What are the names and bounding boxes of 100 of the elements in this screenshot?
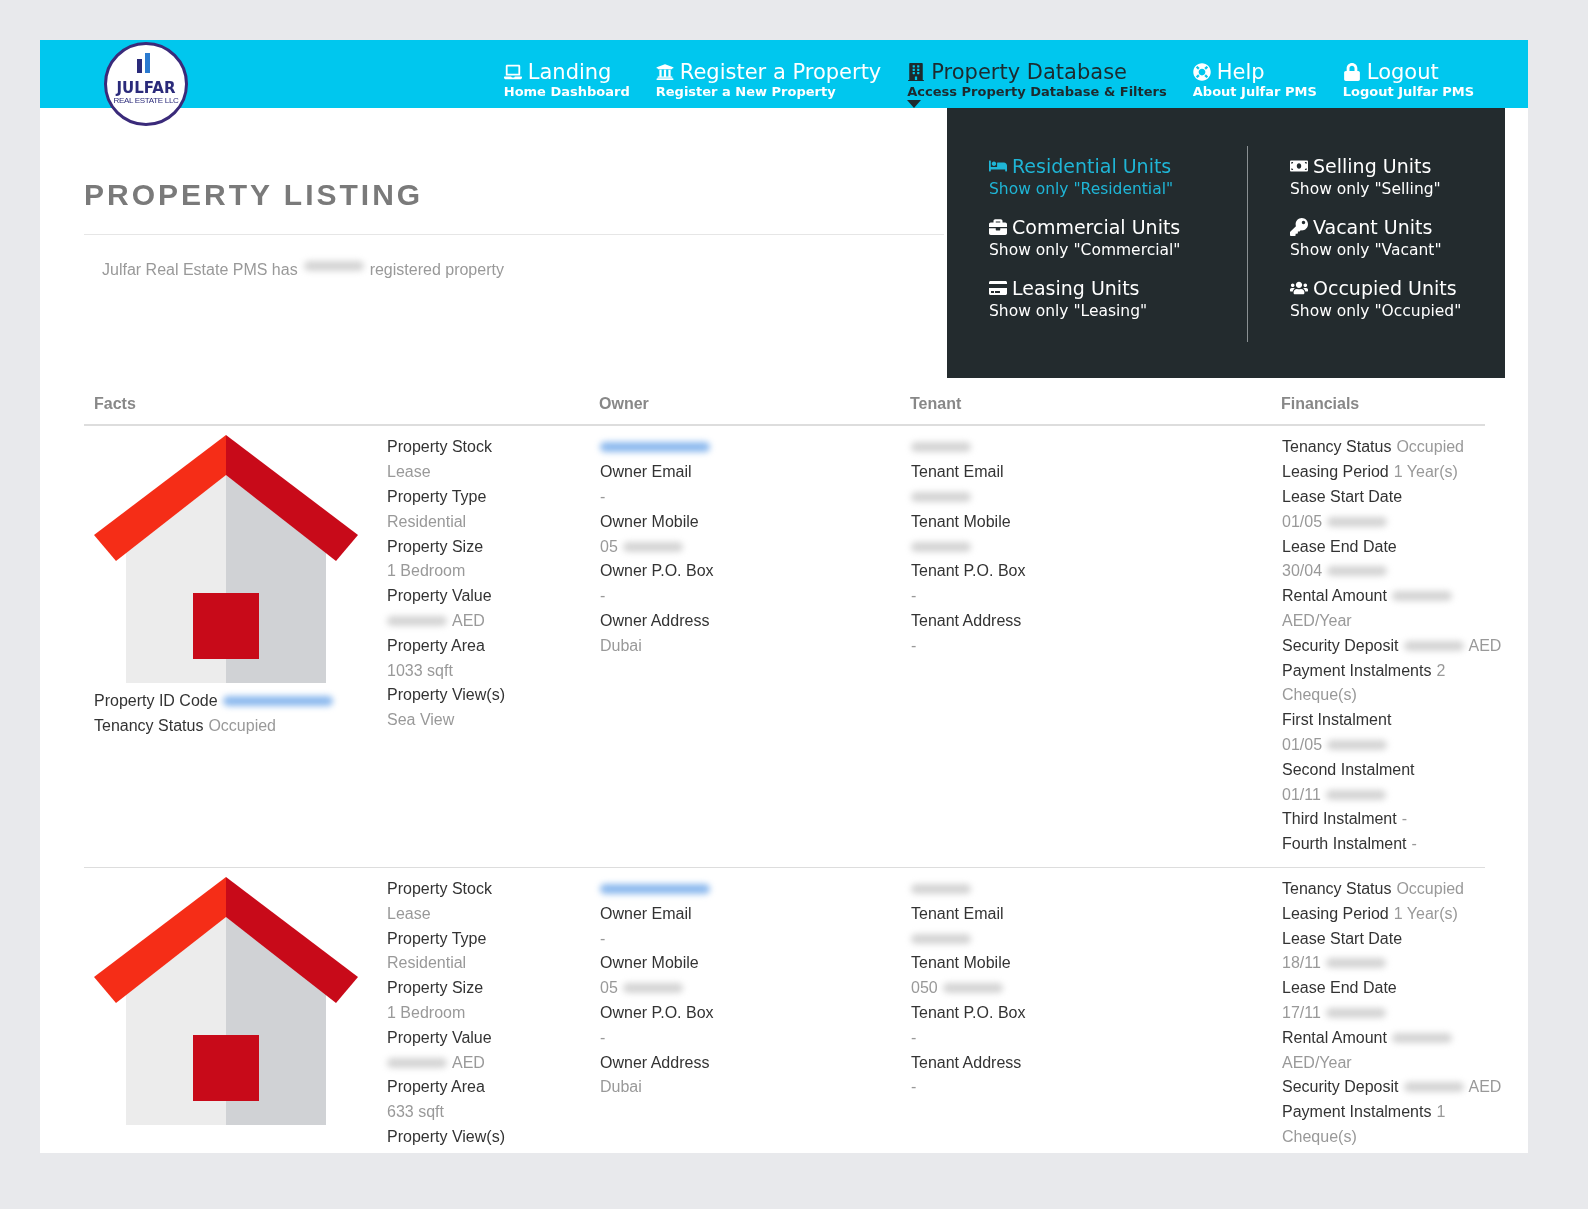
field-label: Property Size [387, 979, 484, 998]
field-label: Rental Amount [1282, 587, 1387, 606]
blurred-text [1391, 1032, 1452, 1043]
field-value: Occupied [1396, 879, 1464, 898]
lifebuoy-icon [1192, 63, 1211, 81]
field-label: Tenant Address [911, 1053, 1022, 1072]
field-label: Tenant Email [911, 463, 1004, 482]
field-value: Julfar Real Estate PMS has [102, 261, 298, 279]
menu-item[interactable]: Vacant Units Show only "Vacant" [1290, 215, 1505, 261]
field-label: Payment Instalments [1282, 661, 1432, 680]
field-value: Dubai [600, 1078, 642, 1097]
field-label: Owner Mobile [600, 512, 699, 531]
field-label: Property Type [387, 929, 487, 948]
column-header: Owner [599, 395, 650, 413]
field-label: Tenant P.O. Box [911, 1003, 1026, 1022]
field-value: - [600, 488, 606, 506]
field-value: AED [1468, 1078, 1502, 1097]
field-value: 1033 sqft [387, 661, 453, 680]
field-label: Property Size [387, 537, 484, 556]
menu-item[interactable]: Occupied Units Show only "Occupied" [1290, 276, 1505, 322]
people-icon [1290, 279, 1308, 297]
field-label: Property Type [387, 488, 487, 506]
menu-item[interactable]: Residential Units Show only "Residential" [989, 154, 1247, 200]
logo[interactable]: JULFAR REAL ESTATE LLC [104, 42, 188, 126]
field-label: Property Area [387, 636, 485, 655]
field-value: 01/05 [1282, 735, 1323, 754]
field-label: Tenant Mobile [911, 954, 1011, 973]
field-value: 2 [1436, 661, 1446, 680]
field-value: 1 Bedroom [387, 562, 466, 581]
field-value: 01/11 [1282, 785, 1321, 804]
field-value: 050 [911, 979, 938, 998]
page-title: PROPERTY LISTING [84, 108, 944, 235]
field-label: Property Value [387, 1028, 492, 1047]
blurred-text [942, 983, 1003, 994]
field-value: AED [452, 1053, 485, 1072]
field-label: Third Instalment [1282, 810, 1397, 829]
blurred-text [1327, 739, 1388, 750]
blurred-text [1325, 1007, 1386, 1018]
field-value: 633 sqft [387, 1103, 444, 1122]
column-header: Financials [1281, 395, 1361, 413]
field-label: Property Stock [387, 438, 492, 457]
field-label: Tenant Mobile [911, 512, 1011, 531]
blurred-text [911, 541, 971, 552]
field-value: Dubai [600, 636, 642, 655]
field-label: Payment Instalments [1282, 1103, 1432, 1122]
field-value: Lease [387, 904, 431, 923]
field-label: Property View(s) [387, 686, 505, 705]
field-label: Tenant Email [911, 904, 1004, 923]
field-value: 1 Year(s) [1393, 904, 1458, 923]
field-value: 18/11 [1282, 954, 1321, 973]
column-header: Tenant [910, 395, 963, 413]
field-label: Tenancy Status [94, 717, 204, 736]
logo-name: JULFAR [116, 80, 176, 96]
column-header: Facts [94, 395, 137, 413]
menu-item[interactable]: Selling Units Show only "Selling" [1290, 154, 1505, 200]
field-label: Security Deposit [1282, 1078, 1399, 1097]
field-label: Owner P.O. Box [600, 1003, 714, 1022]
field-value: Residential [387, 512, 467, 531]
field-value: AED [1468, 636, 1502, 655]
field-value: - [1411, 835, 1417, 854]
lock-icon [1342, 63, 1361, 81]
field-label: Owner Email [600, 904, 692, 923]
field-value: - [911, 636, 917, 655]
logo-tagline: REAL ESTATE LLC [113, 95, 179, 106]
menu-item[interactable]: Leasing Units Show only "Leasing" [989, 276, 1247, 322]
field-value: 05 [600, 979, 618, 998]
field-label: First Instalment [1282, 711, 1392, 730]
field-label: Lease Start Date [1282, 488, 1403, 506]
field-value: Cheque(s) [1282, 686, 1357, 705]
blurred-text [1325, 789, 1386, 800]
blurred-text [1391, 591, 1452, 602]
house-icon [94, 876, 358, 1125]
field-value: AED [452, 611, 485, 630]
building-icon [907, 63, 926, 81]
field-value: - [911, 1028, 917, 1047]
field-value: - [600, 929, 606, 948]
field-label: Second Instalment [1282, 760, 1415, 779]
field-label: Property Value [387, 587, 492, 606]
blurred-text [911, 492, 971, 502]
field-value: 1 [1436, 1103, 1446, 1122]
field-value: 1 Bedroom [387, 1003, 466, 1022]
field-label: Owner Mobile [600, 954, 699, 973]
field-label: Lease End Date [1282, 537, 1397, 556]
field-label: Tenant P.O. Box [911, 562, 1026, 581]
field-label: Owner Email [600, 463, 692, 482]
blurred-text [387, 615, 447, 626]
nav-link[interactable]: Property Database Access Property Database & Filters [907, 60, 1167, 99]
field-value: 30/04 [1282, 562, 1323, 581]
menu-item[interactable]: Commercial Units Show only "Commercial" [989, 215, 1247, 261]
blurred-text [622, 983, 683, 994]
field-label: Tenancy Status [1282, 879, 1392, 898]
bank-icon [655, 63, 674, 81]
field-value: AED/Year [1282, 1053, 1352, 1072]
field-label: Property Stock [387, 879, 492, 898]
field-label: Property ID Code [94, 692, 218, 711]
blurred-text [303, 261, 364, 271]
blurred-text [1327, 516, 1388, 527]
card-icon [989, 279, 1007, 297]
field-value: 05 [600, 537, 618, 556]
field-value: Residential [387, 954, 467, 973]
